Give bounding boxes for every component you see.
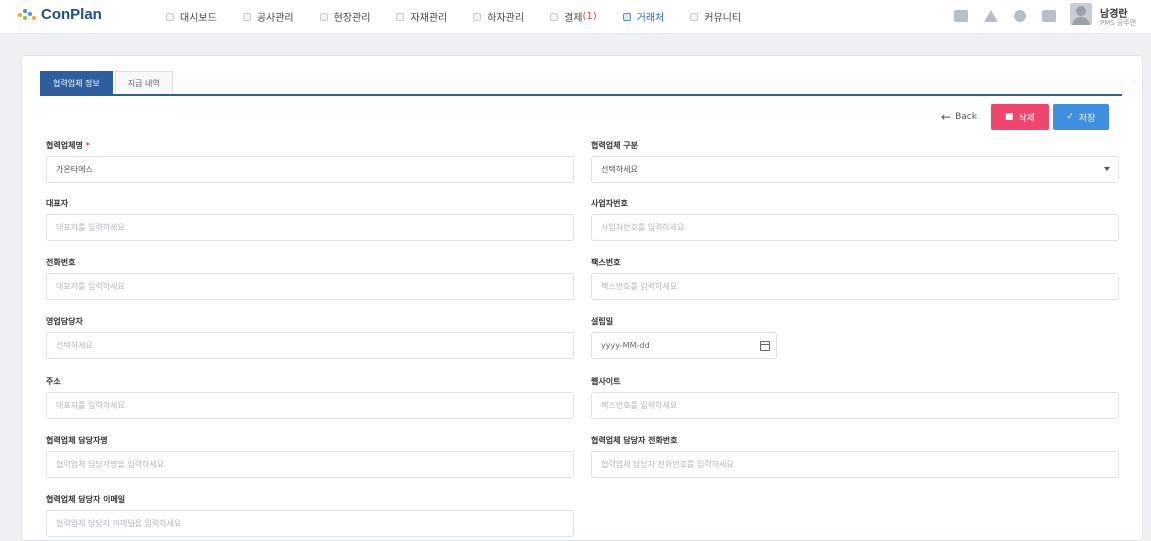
logo-icon [18, 8, 36, 22]
fax-field[interactable]: 팩스번호를 입력하세요 [591, 273, 1119, 300]
contact-phone-field[interactable]: 협력업체 담당자 전화번호를 입력하세요 [591, 451, 1119, 478]
calendar-icon[interactable] [760, 341, 770, 351]
site-icon [319, 12, 328, 21]
biz-no-field[interactable]: 사업자번호를 입력하세요 [591, 214, 1119, 241]
menu-item-construction[interactable]: 공사관리 [242, 9, 294, 24]
menu-item-material[interactable]: 자재관리 [396, 9, 447, 24]
delete-button[interactable]: ■ 삭제 [990, 104, 1049, 130]
menu-label: 거래처 [636, 13, 665, 24]
menu-item-payment[interactable]: 결제 (1) [550, 9, 597, 24]
contact-email-label: 협력업체 담당자 이메일 [46, 495, 126, 504]
sales-manager-label: 영업담당자 [46, 317, 83, 326]
action-bar: ← Back ■ 삭제 ✓ 저장 [941, 104, 1109, 130]
ceo-label: 대표자 [46, 199, 69, 208]
brand-name: ConPlan [41, 6, 102, 23]
payment-icon [550, 12, 559, 21]
biz-no-label: 사업자번호 [591, 199, 628, 208]
check-icon: ✓ [1066, 112, 1074, 122]
material-icon [396, 12, 405, 21]
client-icon [622, 12, 631, 21]
users-icon[interactable] [1014, 10, 1026, 22]
menu-item-community[interactable]: 커뮤니티 [690, 9, 741, 24]
delete-label: 삭제 [1018, 113, 1035, 124]
contact-email-field[interactable]: 협력업체 담당자 이메일을 입력하세요 [46, 510, 574, 537]
menu-item-site[interactable]: 현장관리 [319, 9, 371, 24]
menu-item-defect[interactable]: 하자관리 [473, 9, 524, 24]
tab-payment-history[interactable]: 지급 내역 [114, 71, 173, 95]
founded-date-field[interactable]: yyyy-MM-dd [591, 332, 777, 359]
menu-item-client[interactable]: 거래처 [622, 9, 665, 24]
menu-item-dashboard[interactable]: 대시보드 [166, 9, 217, 24]
menu-label: 하자관리 [487, 13, 525, 24]
company-name-field[interactable]: 가온타에스 [46, 156, 574, 183]
address-field[interactable]: 대표자를 입력하세요 [46, 392, 574, 419]
phone-field[interactable]: 대표자를 입력하세요 [46, 273, 574, 300]
fax-label: 팩스번호 [591, 258, 621, 267]
contact-name-label: 협력업체 담당자명 [46, 436, 108, 445]
company-type-value: 선택하세요 [601, 165, 638, 174]
arrow-left-icon: ← [941, 110, 952, 124]
chevron-down-icon [1104, 167, 1110, 171]
save-label: 저장 [1078, 113, 1096, 124]
defect-icon [473, 12, 482, 21]
user-role: PMS 공주면 [1100, 19, 1137, 27]
company-type-label: 협력업체 구분 [591, 141, 638, 150]
main-menu: 대시보드 공사관리 현장관리 자재관리 하자관리 결제 (1) 거래처 커뮤니티 [166, 9, 767, 24]
address-label: 주소 [46, 377, 61, 386]
tab-bar: 협력업체 정보 지급 내역 [40, 71, 175, 95]
tab-underline [40, 94, 1122, 96]
save-button[interactable]: ✓ 저장 [1052, 104, 1109, 130]
dashboard-icon [166, 12, 174, 21]
back-button[interactable]: ← Back [941, 110, 977, 124]
tab-company-info[interactable]: 협력업체 정보 [40, 71, 113, 95]
founded-date-placeholder: yyyy-MM-dd [601, 341, 650, 350]
top-navbar: ConPlan 대시보드 공사관리 현장관리 자재관리 하자관리 결제 (1) 거… [0, 0, 1151, 34]
app-logo[interactable]: ConPlan [18, 6, 102, 23]
company-type-select[interactable]: 선택하세요 [591, 156, 1119, 183]
phone-label: 전화번호 [46, 258, 76, 267]
trash-icon: ■ [1004, 112, 1014, 122]
send-icon[interactable] [984, 10, 998, 22]
document-icon[interactable] [954, 10, 968, 22]
content-card: 협력업체 정보 지급 내역 ← Back ■ 삭제 ✓ 저장 협력업체명 * 가… [21, 55, 1143, 541]
top-icon-group [954, 10, 1056, 22]
contact-phone-label: 협력업체 담당자 전화번호 [591, 436, 678, 445]
construction-icon [242, 12, 251, 21]
founded-label: 설립일 [591, 317, 614, 326]
sales-manager-field[interactable]: 선택하세요 [46, 332, 574, 359]
required-mark: * [85, 141, 90, 150]
menu-label: 공사관리 [256, 13, 294, 24]
menu-label: 현장관리 [333, 13, 371, 24]
contact-name-field[interactable]: 협력업체 담당자명을 입력하세요 [46, 451, 574, 478]
menu-label: 자재관리 [410, 13, 448, 24]
card-icon[interactable] [1042, 10, 1056, 22]
company-name-label: 협력업체명 * [46, 141, 90, 150]
avatar[interactable] [1070, 3, 1092, 25]
ceo-field[interactable]: 대표자를 입력하세요 [46, 214, 574, 241]
payment-count-badge: (1) [582, 11, 597, 22]
website-label: 웹사이트 [591, 377, 621, 386]
community-icon [690, 12, 699, 21]
menu-label: 결제 [564, 13, 583, 24]
website-field[interactable]: 팩스번호를 입력하세요 [591, 392, 1119, 419]
menu-label: 대시보드 [180, 13, 217, 24]
back-label: Back [955, 112, 977, 122]
menu-label: 커뮤니티 [704, 13, 742, 24]
